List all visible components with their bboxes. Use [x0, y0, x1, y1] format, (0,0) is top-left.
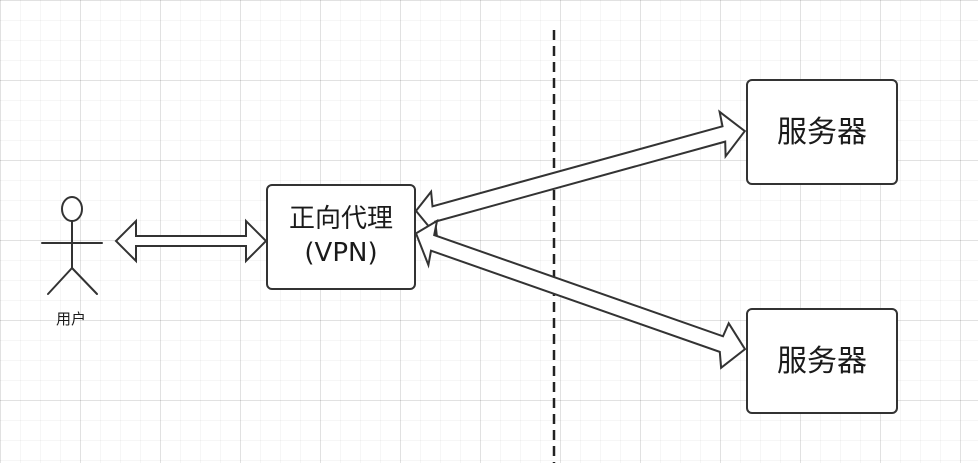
user-actor-icon	[41, 196, 103, 295]
proxy-server-top-arrow	[414, 109, 747, 240]
user-label-text: 用户	[55, 310, 86, 329]
server-bottom-label: 服务器	[747, 309, 897, 413]
proxy-label: 正向代理 (VPN)	[267, 185, 415, 289]
proxy-server-bottom-arrow	[414, 218, 747, 370]
proxy-subtitle: (VPN)	[304, 238, 378, 268]
server-top-label: 服务器	[747, 80, 897, 184]
server-bottom-label-text: 服务器	[777, 343, 867, 379]
user-label: 用户	[40, 309, 102, 331]
user-proxy-arrow	[114, 218, 268, 264]
proxy-title: 正向代理	[288, 204, 393, 235]
server-top-label-text: 服务器	[777, 114, 867, 150]
diagram-canvas: 用户 正向代理 (VPN) 服务器 服务器	[0, 0, 978, 463]
